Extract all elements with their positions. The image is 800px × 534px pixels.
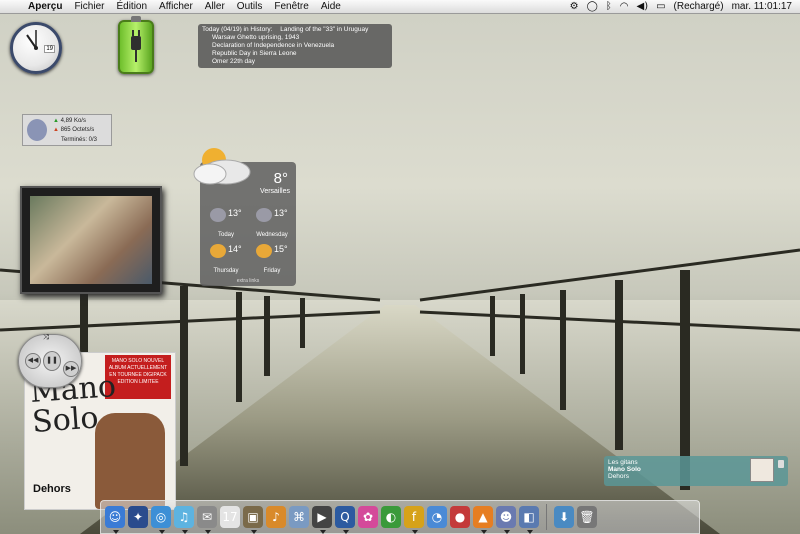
current-temperature: 8°	[273, 170, 288, 187]
dock-flower-icon[interactable]: ✿	[358, 506, 378, 528]
menu-fenetre[interactable]: Fenêtre	[268, 1, 314, 12]
dock-dreamweaver-icon[interactable]: ◐	[381, 506, 401, 528]
forecast-temp: 13°	[274, 208, 288, 218]
menu-fichier[interactable]: Fichier	[68, 1, 110, 12]
weather-extra-links[interactable]: extra links	[200, 278, 296, 284]
sun-cloud-icon	[210, 244, 226, 258]
next-track-button[interactable]: ▶▶	[63, 361, 79, 377]
download-arrow-icon: ▲	[53, 118, 59, 124]
itunes-controller-widget: ⤨ ◀◀ ❚❚ ▶▶	[18, 333, 82, 388]
dock-colorsync-icon[interactable]: ●	[450, 506, 470, 528]
battery-icon[interactable]: ▭	[656, 1, 665, 12]
dock-vlc-icon[interactable]: ▲	[473, 506, 493, 534]
speech-icon[interactable]: ◯	[587, 1, 598, 12]
menu-app-name[interactable]: Aperçu	[22, 1, 68, 12]
download-rate: 4,89 Ko/s	[60, 118, 86, 124]
upload-rate: 865 Octets/s	[60, 127, 95, 133]
bluetooth-icon[interactable]: ᛒ	[606, 1, 612, 12]
history-widget[interactable]: Today (04/19) in History: Landing of the…	[198, 24, 392, 68]
history-event: Landing of the "33" in Uruguay	[280, 26, 369, 33]
sun-cloud-icon	[256, 244, 272, 258]
forecast-temp: 13°	[228, 208, 242, 218]
history-event: Republic Day in Sierra Leone	[212, 50, 297, 57]
clock-date-badge: 19	[44, 45, 55, 53]
dock-ichat-icon[interactable]: ◔	[427, 506, 447, 528]
dock-safari-icon[interactable]: ◎	[151, 506, 171, 534]
dock-iphoto-icon[interactable]: ▣	[243, 506, 263, 534]
pause-button[interactable]: ❚❚	[43, 351, 61, 371]
menu-afficher[interactable]: Afficher	[153, 1, 199, 12]
dock: ☺ ✦ ◎ ♫ ✉ 17 ▣ ♪ ⌘ ▶ Q ✿ ◐ f ◔ ● ▲ ☻ ◧ ⬇ 🗑	[100, 500, 700, 534]
forecast-temp: 15°	[274, 244, 288, 254]
photo-image	[30, 196, 152, 284]
weather-city: Versailles	[260, 188, 290, 195]
wifi-icon[interactable]: ◠	[620, 1, 629, 12]
forecast-day-name: Friday	[263, 268, 281, 274]
dock-downloads-icon[interactable]: ⬇	[554, 506, 574, 528]
history-event: Omer 22th day	[212, 58, 255, 65]
history-event: Declaration of Independence in Venezuela	[212, 42, 335, 49]
dock-trash-icon[interactable]: 🗑	[577, 506, 597, 528]
menu-aide[interactable]: Aide	[315, 1, 347, 12]
menubar-clock[interactable]: mar. 11:01:17	[732, 1, 792, 12]
dock-flash-icon[interactable]: f	[404, 506, 424, 534]
upload-arrow-icon: ▲	[53, 127, 59, 133]
forecast-temp: 14°	[228, 244, 242, 254]
dock-finder-icon[interactable]: ☺	[105, 506, 125, 534]
menu-edition[interactable]: Édition	[110, 1, 153, 12]
weather-widget[interactable]: 8° Versailles 13° Today 13° Wednesday 14…	[193, 148, 296, 286]
battery-widget[interactable]	[118, 16, 154, 74]
dock-adium-icon[interactable]: ☻	[496, 506, 516, 534]
album-title: Dehors	[33, 483, 71, 495]
lock-icon[interactable]	[778, 460, 784, 468]
power-plug-icon	[131, 30, 141, 62]
shuffle-icon[interactable]: ⤨	[43, 333, 49, 342]
dock-network-icon[interactable]: ⌘	[289, 506, 309, 528]
history-event: Warsaw Ghetto uprising, 1943	[212, 34, 300, 41]
sun-cloud-icon	[193, 148, 251, 185]
finished-count: Terminés: 0/3	[61, 137, 98, 143]
dock-preview-icon[interactable]: ◧	[519, 506, 539, 534]
now-playing-widget[interactable]: Les gitans Mano Solo Dehors	[604, 456, 788, 486]
dock-dashboard-icon[interactable]: ✦	[128, 506, 148, 528]
rabbit-icon	[27, 119, 47, 141]
menu-aller[interactable]: Aller	[199, 1, 231, 12]
desktop: Aperçu Fichier Édition Afficher Aller Ou…	[0, 0, 800, 534]
battery-status[interactable]: (Rechargé)	[674, 1, 724, 12]
rain-icon	[210, 208, 226, 222]
forecast-day-name: Thursday	[213, 268, 239, 274]
menu-bar: Aperçu Fichier Édition Afficher Aller Ou…	[0, 0, 800, 14]
gear-icon[interactable]: ⚙	[570, 1, 579, 12]
clock-widget[interactable]: 19	[10, 22, 62, 74]
dock-itunes-icon[interactable]: ♫	[174, 506, 194, 534]
network-monitor-widget[interactable]: ▲ 4,89 Ko/s ▲ 865 Octets/s Terminés: 0/3	[22, 114, 112, 146]
volume-icon[interactable]: ◀)	[637, 1, 649, 12]
photo-frame-widget[interactable]	[20, 186, 162, 294]
dock-separator	[546, 504, 547, 530]
menu-outils[interactable]: Outils	[231, 1, 269, 12]
dock-garageband-icon[interactable]: ♪	[266, 506, 286, 528]
rain-icon	[256, 208, 272, 222]
dock-quicktime-icon[interactable]: Q	[335, 506, 355, 534]
dock-imovie-icon[interactable]: ▶	[312, 506, 332, 534]
history-header: Today (04/19) in History:	[202, 26, 273, 33]
battery-cap	[131, 16, 141, 22]
dock-mail-icon[interactable]: ✉	[197, 506, 217, 534]
forecast-day: 15° Friday	[250, 238, 294, 282]
forecast-day: 14° Thursday	[204, 238, 248, 282]
now-playing-thumbnail	[750, 458, 774, 482]
previous-track-button[interactable]: ◀◀	[25, 353, 41, 369]
dock-ical-icon[interactable]: 17	[220, 506, 240, 528]
